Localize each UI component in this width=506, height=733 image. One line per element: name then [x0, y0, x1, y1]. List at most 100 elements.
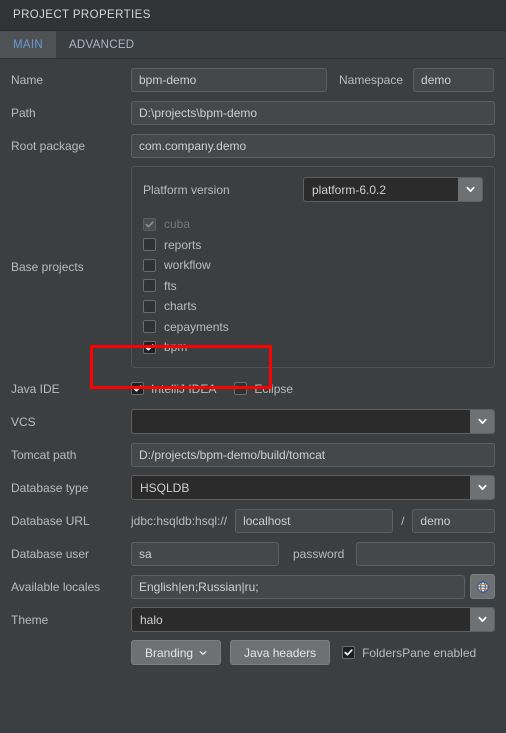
row-name: Name bpm-demo Namespace demo	[11, 67, 495, 93]
checkbox-cuba[interactable]	[143, 217, 156, 231]
name-input[interactable]: bpm-demo	[131, 68, 327, 92]
base-project-label-workflow: workflow	[164, 258, 211, 273]
tab-main[interactable]: MAIN	[0, 31, 56, 58]
name-input-value: bpm-demo	[139, 73, 197, 87]
checkbox-fts[interactable]	[143, 279, 156, 293]
root-package-input[interactable]: com.company.demo	[131, 134, 495, 158]
vcs-combobox[interactable]	[131, 409, 495, 434]
database-password-input[interactable]	[356, 541, 495, 566]
database-type-value: HSQLDB	[140, 480, 190, 495]
folders-pane-option[interactable]: FoldersPane enabled	[342, 646, 476, 660]
row-available-locales: Available locales English|en;Russian|ru;	[11, 574, 495, 600]
tab-strip: MAIN ADVANCED	[0, 31, 506, 59]
java-ide-label-eclipse: Eclipse	[254, 381, 294, 396]
available-locales-input[interactable]: English|en;Russian|ru;	[131, 574, 465, 599]
row-platform-version: Platform version platform-6.0.2	[143, 177, 483, 202]
chevron-down-icon[interactable]	[458, 178, 482, 201]
base-project-item-fts[interactable]: fts	[143, 276, 483, 297]
java-ide-option-intellij[interactable]: IntelliJ IDEA	[131, 382, 216, 396]
tab-main-label: MAIN	[13, 38, 43, 51]
base-projects-checkbox-list: cuba reports workflow fts charts cepayme…	[143, 214, 483, 358]
checkbox-bpm[interactable]	[143, 340, 156, 354]
java-headers-button-label: Java headers	[244, 645, 317, 660]
database-url-prefix: jdbc:hsqldb:hsql://	[131, 513, 228, 528]
namespace-input-value: demo	[421, 73, 452, 87]
database-host-input[interactable]: localhost	[235, 508, 394, 533]
database-name-value: demo	[420, 513, 451, 528]
database-url-separator: /	[401, 513, 405, 528]
checkbox-workflow[interactable]	[143, 258, 156, 272]
available-locales-value: English|en;Russian|ru;	[139, 579, 259, 594]
theme-label: Theme	[11, 612, 49, 627]
platform-version-value: platform-6.0.2	[312, 182, 387, 197]
database-host-value: localhost	[243, 513, 291, 528]
path-input-value: D:\projects\bpm-demo	[139, 106, 258, 120]
platform-version-combobox[interactable]: platform-6.0.2	[303, 177, 483, 202]
folders-pane-label: FoldersPane enabled	[362, 645, 477, 660]
java-ide-label-intellij: IntelliJ IDEA	[151, 381, 217, 396]
checkbox-intellij-idea[interactable]	[131, 382, 144, 395]
java-headers-button[interactable]: Java headers	[230, 640, 331, 665]
base-projects-groupbox: Platform version platform-6.0.2 cuba rep…	[131, 166, 495, 368]
tab-advanced[interactable]: ADVANCED	[56, 31, 147, 58]
window-titlebar: PROJECT PROPERTIES	[0, 0, 506, 31]
base-project-label-reports: reports	[164, 237, 202, 252]
tomcat-path-input-value: D:/projects/bpm-demo/build/tomcat	[139, 447, 326, 462]
java-ide-label: Java IDE	[11, 381, 60, 396]
row-vcs: VCS	[11, 409, 495, 435]
base-project-item-charts[interactable]: charts	[143, 296, 483, 317]
branding-button[interactable]: Branding	[131, 640, 222, 665]
chevron-down-icon	[199, 650, 207, 655]
java-ide-option-eclipse[interactable]: Eclipse	[234, 382, 293, 396]
checkbox-charts[interactable]	[143, 299, 156, 313]
database-user-value: sa	[139, 546, 152, 561]
root-package-input-value: com.company.demo	[139, 139, 247, 153]
theme-value: halo	[140, 612, 163, 627]
tomcat-path-label: Tomcat path	[11, 447, 77, 462]
checkbox-folders-pane[interactable]	[342, 646, 356, 659]
base-project-item-bpm[interactable]: bpm	[143, 337, 483, 358]
namespace-label: Namespace	[339, 73, 404, 87]
tomcat-path-input[interactable]: D:/projects/bpm-demo/build/tomcat	[131, 442, 495, 467]
base-project-item-cepayments[interactable]: cepayments	[143, 317, 483, 338]
tab-advanced-label: ADVANCED	[68, 38, 135, 51]
namespace-input[interactable]: demo	[413, 68, 495, 92]
base-project-label-charts: charts	[164, 299, 197, 314]
path-input[interactable]: D:\projects\bpm-demo	[131, 101, 495, 125]
row-theme: Theme halo	[11, 607, 495, 633]
database-password-label: password	[293, 546, 345, 561]
globe-icon[interactable]	[470, 574, 495, 599]
page-title: PROJECT PROPERTIES	[13, 9, 151, 21]
base-projects-label: Base projects	[11, 259, 84, 274]
row-database-type: Database type HSQLDB	[11, 475, 495, 501]
chevron-down-icon[interactable]	[470, 476, 494, 499]
checkbox-reports[interactable]	[143, 238, 156, 252]
theme-combobox[interactable]: halo	[131, 607, 495, 632]
available-locales-label: Available locales	[11, 579, 101, 594]
row-tomcat-path: Tomcat path D:/projects/bpm-demo/build/t…	[11, 442, 495, 468]
root-package-label: Root package	[11, 139, 86, 153]
path-label: Path	[11, 106, 36, 120]
base-project-item-workflow[interactable]: workflow	[143, 255, 483, 276]
database-user-label: Database user	[11, 546, 90, 561]
base-project-label-cepayments: cepayments	[164, 319, 229, 334]
row-database-user: Database user sa password	[11, 541, 495, 567]
checkbox-eclipse[interactable]	[234, 382, 248, 395]
name-label: Name	[11, 73, 44, 87]
database-type-combobox[interactable]: HSQLDB	[131, 475, 495, 500]
row-base-projects: Base projects Platform version platform-…	[11, 166, 495, 368]
base-project-label-fts: fts	[164, 278, 177, 293]
base-project-label-bpm: bpm	[164, 340, 188, 355]
platform-version-label: Platform version	[143, 182, 230, 197]
vcs-value	[132, 410, 470, 433]
chevron-down-icon[interactable]	[470, 608, 494, 631]
vcs-label: VCS	[11, 414, 36, 429]
checkbox-cepayments[interactable]	[143, 320, 156, 334]
database-user-input[interactable]: sa	[131, 541, 279, 566]
chevron-down-icon[interactable]	[470, 410, 494, 433]
base-project-item-cuba[interactable]: cuba	[143, 214, 483, 235]
row-root-package: Root package com.company.demo	[11, 133, 495, 159]
database-type-label: Database type	[11, 480, 89, 495]
base-project-item-reports[interactable]: reports	[143, 235, 483, 256]
database-name-input[interactable]: demo	[412, 508, 495, 533]
